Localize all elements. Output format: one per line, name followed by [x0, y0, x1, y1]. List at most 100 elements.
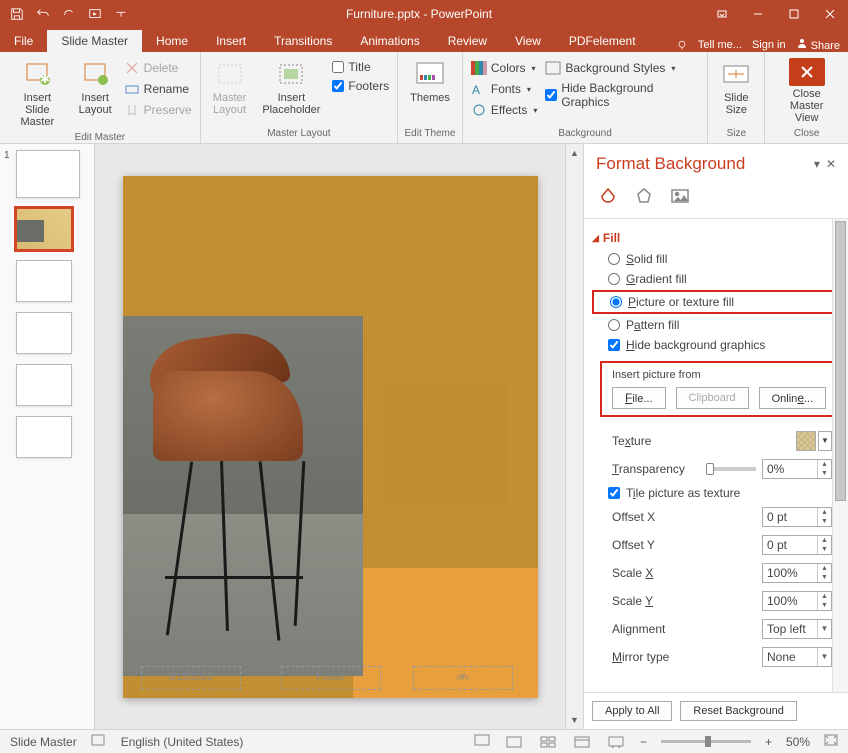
- tile-picture-checkbox[interactable]: Tile picture as texture: [592, 483, 836, 503]
- title-checkbox[interactable]: Title: [330, 58, 391, 76]
- file-button[interactable]: File...: [612, 387, 666, 409]
- svg-text:A: A: [472, 83, 480, 96]
- alignment-dropdown[interactable]: Top left▼: [762, 619, 832, 639]
- chair-image[interactable]: [123, 316, 363, 676]
- save-icon[interactable]: [4, 1, 30, 27]
- tab-pdfelement[interactable]: PDFelement: [555, 30, 650, 52]
- reading-view-icon[interactable]: [572, 734, 592, 750]
- texture-dropdown-icon[interactable]: ▼: [818, 431, 832, 451]
- close-master-view-button[interactable]: Close Master View: [771, 54, 842, 128]
- hide-bg-graphics-pane-checkbox[interactable]: Hide background graphics: [592, 335, 836, 355]
- slide-canvas[interactable]: 5/15/2020 Footer ‹#›: [123, 176, 538, 698]
- texture-swatch[interactable]: [796, 431, 816, 451]
- zoom-in-button[interactable]: +: [765, 735, 772, 749]
- rename-icon: [124, 81, 140, 97]
- pattern-fill-radio[interactable]: Pattern fill: [592, 315, 836, 335]
- insert-placeholder-button[interactable]: Insert Placeholder: [256, 54, 326, 120]
- gradient-fill-radio[interactable]: Gradient fill: [592, 269, 836, 289]
- thumb-layout-3[interactable]: [16, 312, 72, 354]
- fit-to-window-icon[interactable]: [824, 734, 838, 749]
- tell-me-link[interactable]: Tell me...: [698, 39, 742, 51]
- apply-to-all-button[interactable]: Apply to All: [592, 701, 672, 721]
- transparency-spinner[interactable]: ▲▼: [817, 460, 831, 478]
- scale-y-spinner[interactable]: ▲▼: [817, 592, 831, 610]
- qat-customize-icon[interactable]: [108, 1, 134, 27]
- slide-number-placeholder[interactable]: ‹#›: [413, 666, 513, 690]
- zoom-out-button[interactable]: −: [640, 735, 647, 749]
- rename-button[interactable]: Rename: [122, 79, 194, 99]
- transparency-slider[interactable]: [706, 467, 756, 471]
- slide-editor[interactable]: 5/15/2020 Footer ‹#›: [95, 144, 565, 729]
- ribbon-options-icon[interactable]: [704, 0, 740, 28]
- pane-close-icon[interactable]: ✕: [826, 157, 836, 171]
- date-placeholder[interactable]: 5/15/2020: [141, 666, 241, 690]
- hide-bg-graphics-checkbox[interactable]: Hide Background Graphics: [543, 79, 701, 111]
- pane-menu-icon[interactable]: ▾: [814, 157, 820, 171]
- zoom-slider[interactable]: [661, 740, 751, 743]
- tab-view[interactable]: View: [501, 30, 555, 52]
- thumb-layout-4[interactable]: [16, 364, 72, 406]
- insert-layout-button[interactable]: Insert Layout: [73, 54, 118, 120]
- tab-review[interactable]: Review: [434, 30, 501, 52]
- slide-size-button[interactable]: Slide Size: [714, 54, 758, 120]
- offset-x-value[interactable]: 0 pt: [763, 510, 817, 524]
- tab-transitions[interactable]: Transitions: [260, 30, 346, 52]
- pane-tab-fill[interactable]: [596, 184, 620, 208]
- sorter-view-icon[interactable]: [538, 734, 558, 750]
- colors-button[interactable]: Colors▾: [469, 58, 539, 78]
- mirror-dropdown[interactable]: None▼: [762, 647, 832, 667]
- footers-checkbox[interactable]: Footers: [330, 77, 391, 95]
- maximize-icon[interactable]: [776, 0, 812, 28]
- spellcheck-icon[interactable]: [91, 733, 107, 750]
- fonts-button[interactable]: AFonts▾: [469, 79, 539, 99]
- tab-animations[interactable]: Animations: [346, 30, 433, 52]
- offset-x-spinner[interactable]: ▲▼: [817, 508, 831, 526]
- pane-scrollbar[interactable]: [832, 219, 848, 692]
- minimize-icon[interactable]: [740, 0, 776, 28]
- scale-x-spinner[interactable]: ▲▼: [817, 564, 831, 582]
- scale-y-value[interactable]: 100%: [763, 594, 817, 608]
- sign-in-link[interactable]: Sign in: [752, 39, 786, 51]
- slideshow-view-icon[interactable]: [606, 734, 626, 750]
- pane-tab-effects[interactable]: [632, 184, 656, 208]
- thumb-layout-5[interactable]: [16, 416, 72, 458]
- pane-title: Format Background: [596, 154, 745, 174]
- reset-background-button[interactable]: Reset Background: [680, 701, 797, 721]
- online-button[interactable]: Online...: [759, 387, 827, 409]
- tab-home[interactable]: Home: [142, 30, 202, 52]
- normal-view-icon[interactable]: [504, 734, 524, 750]
- offset-y-spinner[interactable]: ▲▼: [817, 536, 831, 554]
- scroll-down-icon[interactable]: ▼: [566, 711, 583, 729]
- background-styles-button[interactable]: Background Styles▾: [543, 58, 701, 78]
- start-from-beginning-icon[interactable]: [82, 1, 108, 27]
- tab-file[interactable]: File: [0, 30, 47, 52]
- close-window-icon[interactable]: [812, 0, 848, 28]
- picture-texture-fill-radio[interactable]: Picture or texture fill: [596, 292, 832, 312]
- thumb-layout-1[interactable]: [16, 208, 72, 250]
- themes-button[interactable]: Themes: [404, 54, 456, 108]
- workspace: 1 5/15/2020 Footer ‹#› ▲ ▼: [0, 144, 848, 729]
- redo-icon[interactable]: [56, 1, 82, 27]
- thumb-master[interactable]: [16, 150, 80, 198]
- scale-x-value[interactable]: 100%: [763, 566, 817, 580]
- solid-fill-radio[interactable]: Solid fill: [592, 249, 836, 269]
- share-link[interactable]: Share: [796, 37, 840, 52]
- thumbnail-pane[interactable]: 1: [0, 144, 95, 729]
- zoom-level[interactable]: 50%: [786, 735, 810, 749]
- fill-section-header[interactable]: ◢Fill: [592, 227, 836, 249]
- insert-slide-master-button[interactable]: ✱ Insert Slide Master: [6, 54, 69, 132]
- tab-insert[interactable]: Insert: [202, 30, 260, 52]
- undo-icon[interactable]: [30, 1, 56, 27]
- footer-placeholder[interactable]: Footer: [281, 666, 381, 690]
- editor-scrollbar[interactable]: ▲ ▼: [565, 144, 583, 729]
- status-language[interactable]: English (United States): [121, 735, 244, 749]
- notes-button[interactable]: [474, 734, 490, 749]
- effects-button[interactable]: Effects▾: [469, 100, 539, 120]
- thumb-layout-2[interactable]: [16, 260, 72, 302]
- scroll-up-icon[interactable]: ▲: [566, 144, 583, 162]
- pane-tab-picture[interactable]: [668, 184, 692, 208]
- transparency-value[interactable]: 0%: [763, 462, 817, 476]
- offset-y-value[interactable]: 0 pt: [763, 538, 817, 552]
- tab-slide-master[interactable]: Slide Master: [47, 30, 142, 52]
- fonts-icon: A: [471, 81, 487, 97]
